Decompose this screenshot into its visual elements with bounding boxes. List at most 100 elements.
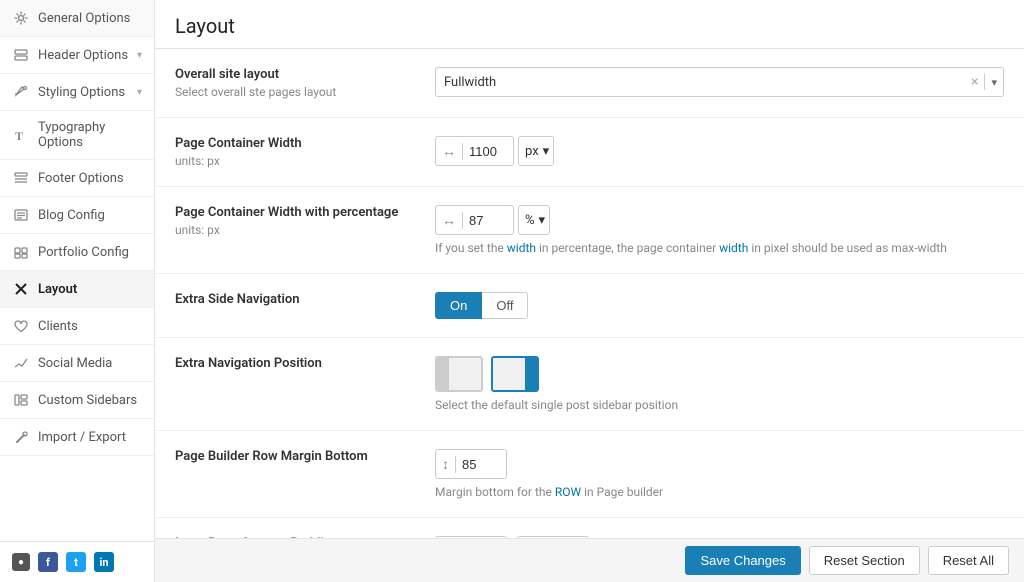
setting-page-container-width-pct: Page Container Width with percentage uni… — [155, 187, 1024, 274]
sidebar-item-import-export[interactable]: Import / Export — [0, 419, 154, 456]
blog-icon — [12, 206, 30, 224]
setting-page-builder-margin: Page Builder Row Margin Bottom ↕ Margin … — [155, 431, 1024, 518]
sidebar-item-header-options[interactable]: Header Options ▾ — [0, 37, 154, 74]
arrows-icon: ↔ — [436, 212, 463, 229]
container-width-pct-input[interactable]: ↔ — [435, 205, 514, 235]
sidebar-footer: ● f t in — [0, 541, 154, 582]
save-changes-button[interactable]: Save Changes — [685, 546, 800, 575]
styling-icon — [12, 83, 30, 101]
setting-inner-page-content-padding: Inner Page Content Padding ↕ ↕ Change pa — [155, 518, 1024, 538]
reset-all-button[interactable]: Reset All — [928, 546, 1009, 575]
number-input-group: ↔ px ▾ — [435, 136, 1004, 166]
sidebar-item-general-options[interactable]: General Options — [0, 0, 154, 37]
builder-margin-field[interactable] — [456, 457, 506, 472]
portfolio-icon — [12, 243, 30, 261]
overall-layout-select[interactable]: Fullwidth × ▾ — [435, 67, 1004, 97]
select-value: Fullwidth — [436, 75, 965, 90]
setting-control-col: ↔ px ▾ — [435, 136, 1004, 166]
unit-select-pct[interactable]: % ▾ — [518, 205, 550, 235]
sidebar-item-footer-options[interactable]: Footer Options — [0, 160, 154, 197]
nav-pos-content — [493, 358, 525, 390]
container-width-input[interactable]: ↔ — [435, 136, 514, 166]
setting-control-col: Select the default single post sidebar p… — [435, 356, 1004, 412]
sidebar-item-label: Clients — [38, 319, 78, 334]
setting-label: Page Container Width with percentage — [175, 205, 435, 220]
setting-sublabel: units: px — [175, 223, 435, 237]
twitter-social-icon[interactable]: t — [66, 552, 86, 572]
nav-pos-content — [449, 358, 481, 390]
setting-control-col: Fullwidth × ▾ — [435, 67, 1004, 97]
sidebar-item-typography-options[interactable]: T Typography Options — [0, 111, 154, 160]
sidebar-item-blog-config[interactable]: Blog Config — [0, 197, 154, 234]
sidebars-icon — [12, 391, 30, 409]
arrows-icon: ↔ — [436, 143, 463, 160]
select-clear-icon[interactable]: × — [965, 74, 985, 90]
circle-social-icon[interactable]: ● — [12, 553, 30, 571]
setting-sublabel: Select overall ste pages layout — [175, 85, 435, 99]
social-icon — [12, 354, 30, 372]
page-header: Layout — [155, 0, 1024, 49]
sidebar-item-custom-sidebars[interactable]: Custom Sidebars — [0, 382, 154, 419]
arrows-v-icon: ↕ — [436, 456, 456, 473]
setting-label: Extra Side Navigation — [175, 292, 435, 307]
hint-link-width: width — [507, 241, 536, 255]
hint-text: Margin bottom for the ROW in Page builde… — [435, 485, 1004, 499]
chevron-down-icon[interactable]: ▾ — [985, 76, 1003, 89]
chevron-down-icon: ▾ — [137, 50, 142, 61]
sidebar-item-label: Custom Sidebars — [38, 393, 137, 408]
hint-link-width2: width — [719, 241, 748, 255]
main-content: Layout Overall site layout Select overal… — [155, 0, 1024, 582]
setting-sublabel: units: px — [175, 154, 435, 168]
unit-label: % — [525, 213, 535, 228]
heart-icon — [12, 317, 30, 335]
sidebar-item-label: Social Media — [38, 356, 112, 371]
setting-control-col: ↕ Margin bottom for the ROW in Page buil… — [435, 449, 1004, 499]
footer-bar: Save Changes Reset Section Reset All — [155, 538, 1024, 582]
hint-text: If you set the width in percentage, the … — [435, 241, 1004, 255]
sidebar-item-social-media[interactable]: Social Media — [0, 345, 154, 382]
container-width-pct-field[interactable] — [463, 213, 513, 228]
setting-label: Page Container Width — [175, 136, 435, 151]
reset-section-button[interactable]: Reset Section — [809, 546, 920, 575]
chevron-down-icon: ▾ — [137, 87, 142, 98]
sidebar-item-label: Import / Export — [38, 430, 126, 445]
builder-margin-input[interactable]: ↕ — [435, 449, 507, 479]
sidebar-item-label: Header Options — [38, 48, 128, 63]
sidebar-item-label: Blog Config — [38, 208, 105, 223]
sidebar: General Options Header Options ▾ Styling… — [0, 0, 155, 582]
setting-label-col: Page Container Width with percentage uni… — [175, 205, 435, 237]
toggle-group: On Off — [435, 292, 1004, 319]
nav-pos-sidebar — [437, 358, 449, 390]
toggle-on-button[interactable]: On — [435, 292, 482, 319]
sidebar-item-clients[interactable]: Clients — [0, 308, 154, 345]
setting-label-col: Page Builder Row Margin Bottom — [175, 449, 435, 467]
sidebar-item-label: Styling Options — [38, 85, 125, 100]
setting-extra-side-navigation: Extra Side Navigation On Off — [155, 274, 1024, 338]
setting-label-col: Extra Navigation Position — [175, 356, 435, 374]
typography-icon: T — [12, 126, 30, 144]
sidebar-item-styling-options[interactable]: Styling Options ▾ — [0, 74, 154, 111]
facebook-social-icon[interactable]: f — [38, 552, 58, 572]
sidebar-item-label: Layout — [38, 282, 77, 297]
toggle-off-button[interactable]: Off — [482, 292, 528, 319]
header-icon — [12, 46, 30, 64]
setting-control-col: ↔ % ▾ If you set the width in percentage… — [435, 205, 1004, 255]
setting-overall-site-layout: Overall site layout Select overall ste p… — [155, 49, 1024, 118]
nav-pos-left-option[interactable] — [435, 356, 483, 392]
gear-icon — [12, 9, 30, 27]
setting-label-col: Page Container Width units: px — [175, 136, 435, 168]
nav-pos-right-option[interactable] — [491, 356, 539, 392]
layout-x-icon — [12, 280, 30, 298]
footer-icon — [12, 169, 30, 187]
sidebar-item-portfolio-config[interactable]: Portfolio Config — [0, 234, 154, 271]
unit-select[interactable]: px ▾ — [518, 136, 554, 166]
sidebar-item-label: Portfolio Config — [38, 245, 129, 260]
chevron-down-icon: ▾ — [543, 144, 550, 159]
setting-label: Extra Navigation Position — [175, 356, 435, 371]
sidebar-item-layout[interactable]: Layout — [0, 271, 154, 308]
setting-label-col: Extra Side Navigation — [175, 292, 435, 310]
sidebar-item-label: Footer Options — [38, 171, 124, 186]
setting-control-col: On Off — [435, 292, 1004, 319]
container-width-field[interactable] — [463, 144, 513, 159]
linkedin-social-icon[interactable]: in — [94, 552, 114, 572]
